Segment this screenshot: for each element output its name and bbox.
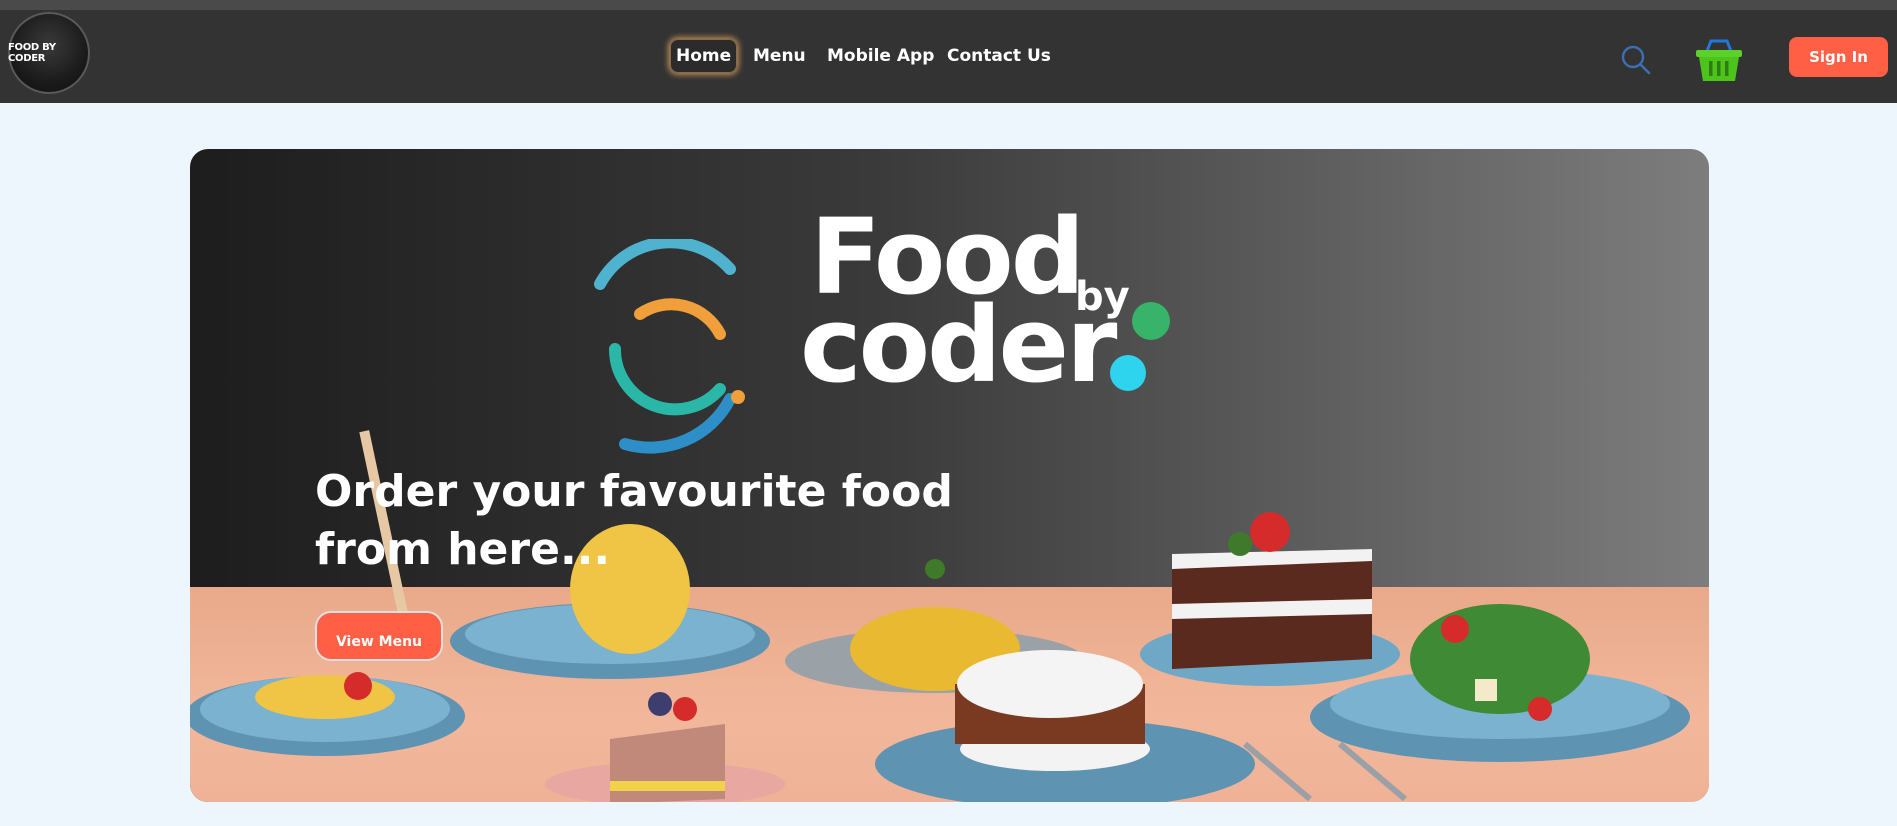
site-logo[interactable]: FOOD BY CODER [8, 12, 90, 94]
nav-mobile-app[interactable]: Mobile App [827, 39, 934, 73]
nav-contact-us[interactable]: Contact Us [947, 39, 1051, 73]
brand-cyan-dot [1110, 355, 1146, 391]
brand-coder-text: coder [800, 284, 1117, 406]
brand-green-dot [1132, 302, 1170, 340]
sign-in-button[interactable]: Sign In [1789, 37, 1888, 77]
nav-home[interactable]: Home [670, 39, 738, 73]
logo-text: FOOD BY CODER [8, 42, 56, 64]
hero-headline: Order your favourite food from here... [315, 466, 953, 575]
view-menu-button[interactable]: View Menu [315, 611, 443, 661]
nav-menu[interactable]: Menu [753, 39, 806, 73]
hero-banner: Food by coder Order your favourite food … [190, 149, 1709, 802]
browser-top-strip [0, 0, 1897, 10]
basket-icon[interactable] [1693, 37, 1745, 85]
navbar: FOOD BY CODER Home Menu Mobile App Conta… [0, 10, 1897, 103]
search-icon[interactable] [1620, 44, 1652, 76]
brand-swirl-icon [594, 239, 745, 454]
